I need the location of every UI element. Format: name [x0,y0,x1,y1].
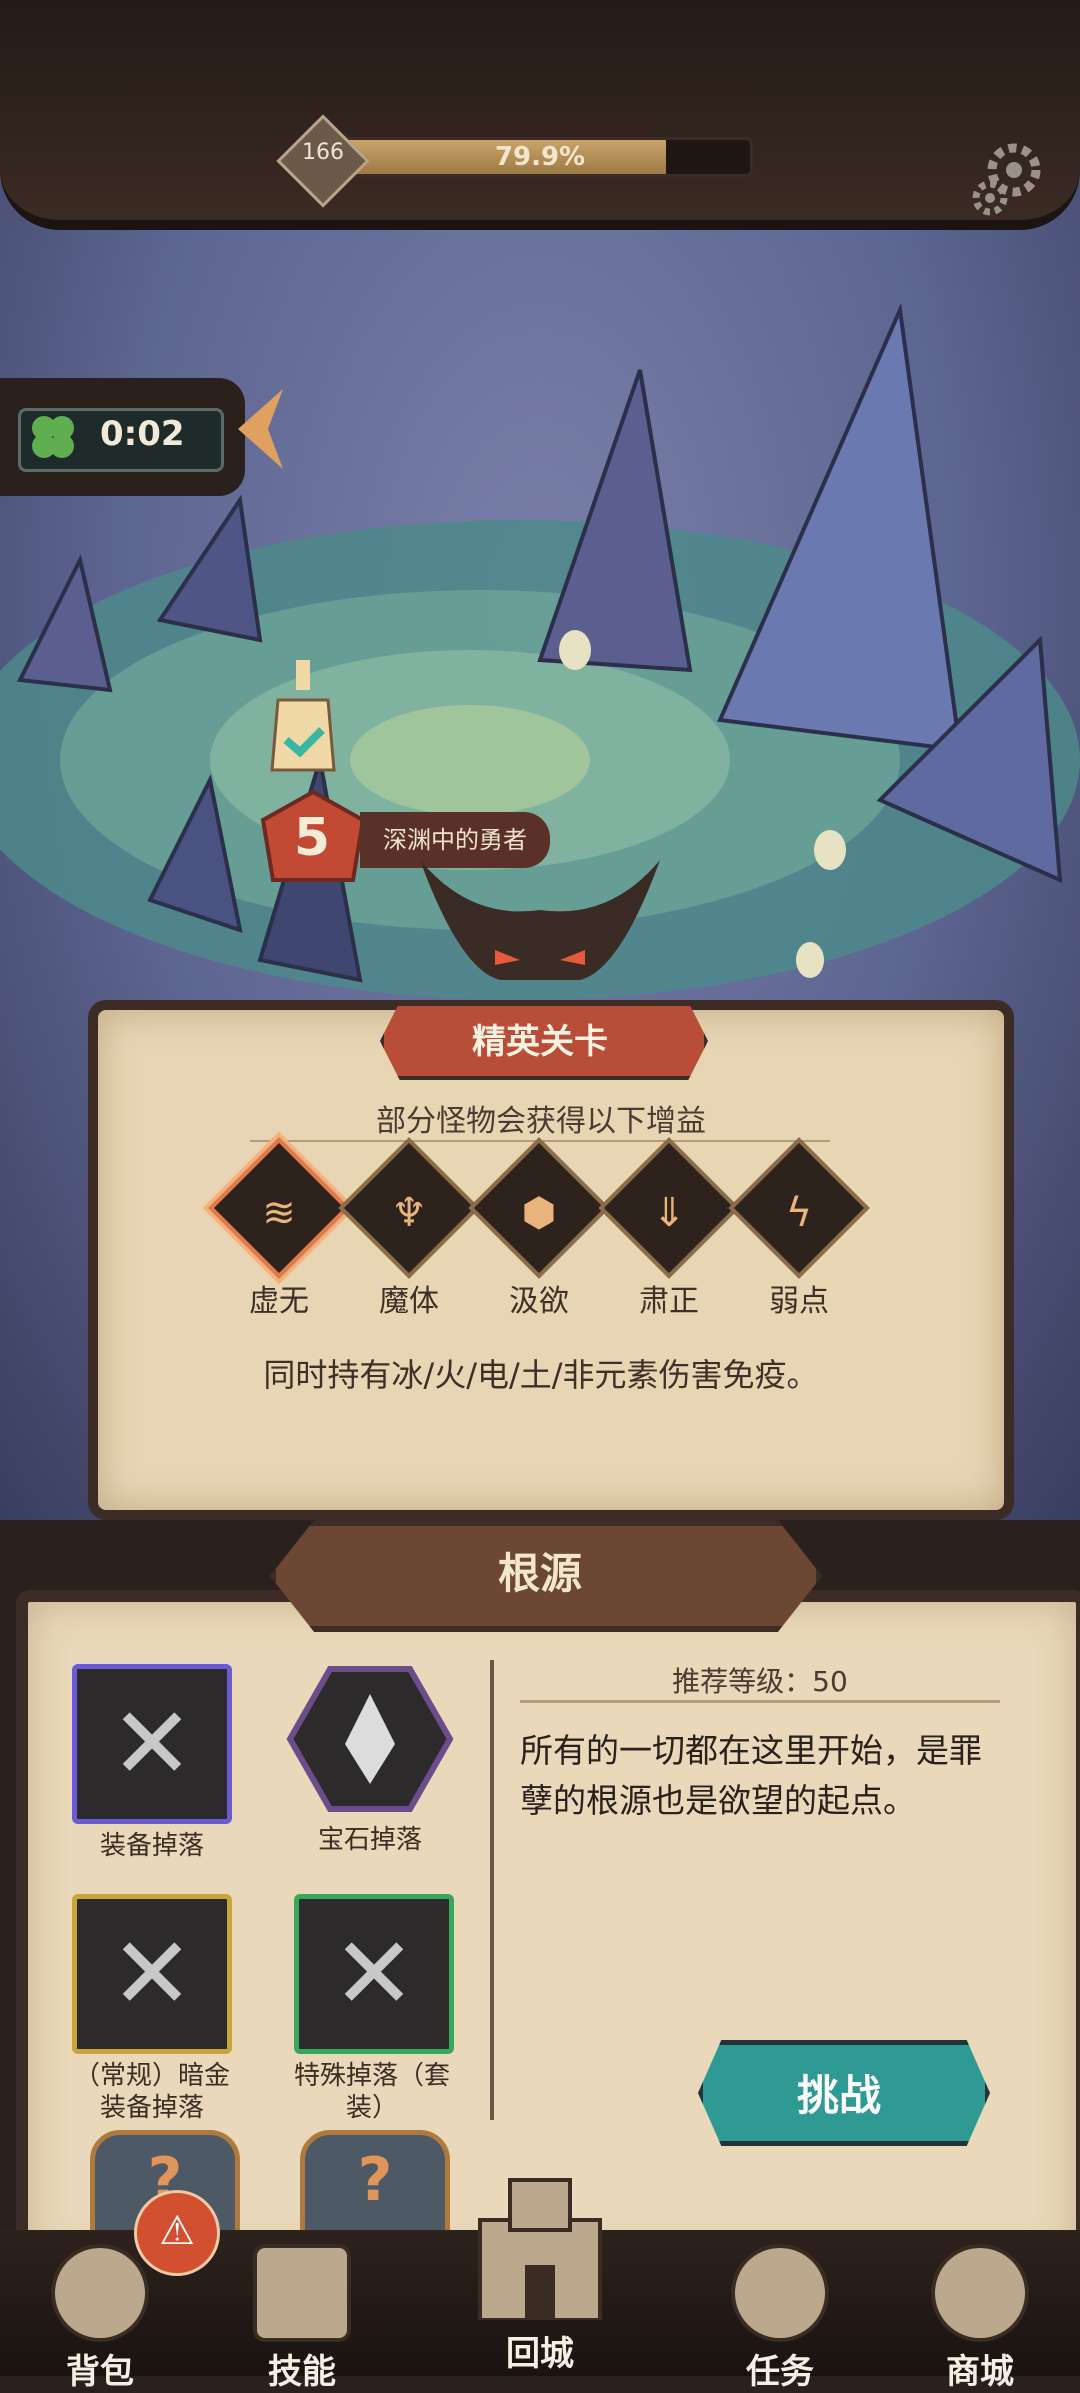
top-frame [0,0,1080,230]
nav-shop[interactable]: 商城 [910,2244,1050,2393]
skill-icon [253,2244,351,2342]
backpack-icon [51,2244,149,2342]
alert-badge[interactable]: ⚠ [134,2190,220,2276]
buff-weakness[interactable]: ϟ 弱点 [728,1137,870,1319]
stage-flask-icon[interactable] [268,660,338,780]
buff-void[interactable]: ≋ 虚无 [208,1137,350,1319]
recommended-level: 推荐等级：50 [672,1665,848,1698]
buff-purge[interactable]: ⇓ 肃正 [598,1137,740,1319]
loot-equipment[interactable]: ✕ 装备掉落 [72,1664,232,1862]
buff-drain-desire[interactable]: ⬢ 汲欲 [468,1137,610,1319]
stage-number: 5 [293,808,331,868]
settings-button[interactable] [968,140,1048,220]
buff-demon-body[interactable]: ♆ 魔体 [338,1137,480,1319]
demon-head-icon [400,850,680,1020]
divider [520,1700,1000,1703]
chevron-left-icon [238,389,283,469]
timer-value: 0:02 [100,414,185,454]
loot-set[interactable]: ✕ 特殊掉落（套装） [282,1894,462,2124]
clover-icon [24,408,82,466]
player-level: 166 [302,140,344,165]
collapse-button[interactable] [228,384,288,474]
elite-subtitle: 部分怪物会获得以下增益 [376,1104,706,1139]
crossed-swords-icon: ✕ [72,1664,232,1824]
loot-gem[interactable]: 宝石掉落 [285,1664,455,1856]
castle-icon [478,2178,602,2322]
nav-quest[interactable]: 任务 [710,2244,850,2393]
gear-icon [972,143,1041,216]
experience-percent: 79.9% [494,142,586,172]
nav-return-town[interactable]: 回城 [440,2170,640,2374]
quest-scroll-icon [731,2244,829,2342]
loot-dark-gold[interactable]: ✕ （常规）暗金装备掉落 [72,1894,232,2124]
shop-crown-icon [931,2244,1029,2342]
elite-title: 精英关卡 [472,1022,608,1062]
crossed-swords-icon: ✕ [294,1894,454,2054]
stage-description: 所有的一切都在这里开始，是罪孽的根源也是欲望的起点。 [520,1731,982,1820]
nav-skill[interactable]: 技能 [232,2244,372,2393]
experience-bar: 79.9% [330,140,750,174]
divider [490,1660,494,2120]
challenge-label: 挑战 [796,2071,881,2120]
crossed-swords-icon: ✕ [72,1894,232,2054]
immunity-text: 同时持有冰/火/电/土/非元素伤害免疫。 [263,1356,819,1394]
root-title: 根源 [497,1549,582,1598]
gem-icon [286,1666,454,1812]
